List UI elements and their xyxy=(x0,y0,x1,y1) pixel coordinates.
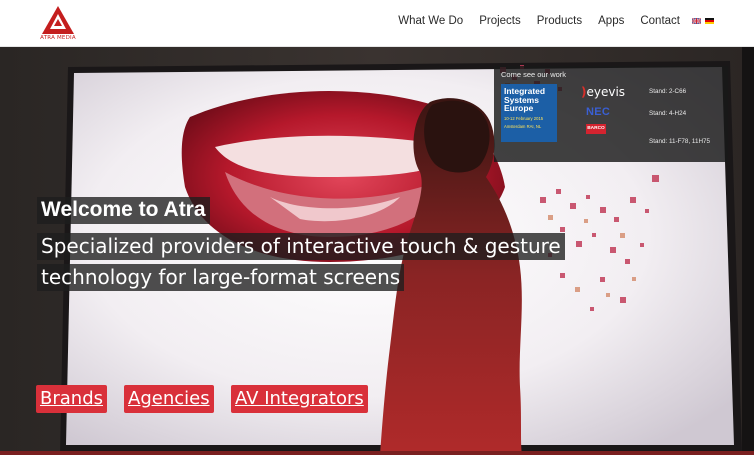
nav-contact[interactable]: Contact xyxy=(640,15,680,27)
atra-media-logo[interactable]: ATRA MEDIA xyxy=(40,5,76,43)
hero-tagline-line2: technology for large-format screens xyxy=(37,264,405,291)
stand-nec: Stand: 4-H24 xyxy=(649,110,687,117)
stand-box-title: Come see our work xyxy=(501,70,567,79)
logo-text: ATRA MEDIA xyxy=(40,35,76,41)
site-header: ATRA MEDIA What We Do Projects Products … xyxy=(0,0,754,47)
stand-barco: Stand: 11-F78, 11H75 xyxy=(649,138,711,145)
nav-what-we-do[interactable]: What We Do xyxy=(398,15,463,27)
ise-line3: Europe xyxy=(504,103,534,113)
ise-logo: Integrated Systems Europe 10-12 February… xyxy=(501,84,557,142)
hero-tagline-line1: Specialized providers of interactive tou… xyxy=(37,233,565,260)
uk-flag-icon[interactable] xyxy=(692,18,701,24)
nav-apps[interactable]: Apps xyxy=(598,15,624,27)
ise-dates: 10-12 February 2015 xyxy=(504,115,544,121)
language-switcher xyxy=(692,18,714,24)
hero-welcome-heading: Welcome to Atra xyxy=(37,197,210,224)
agencies-button[interactable]: Agencies xyxy=(124,385,214,413)
stand-eyevis: Stand: 2-C66 xyxy=(649,88,687,95)
trade-show-stand-box: Come see our work Integrated Systems Eur… xyxy=(494,66,728,162)
barco-logo: BARCO xyxy=(586,124,606,134)
german-flag-icon[interactable] xyxy=(705,18,714,24)
ise-place: Amsterdam RAI, NL xyxy=(504,123,542,129)
eyevis-logo: )eyevis xyxy=(581,85,626,99)
next-section-edge xyxy=(0,451,754,455)
av-integrators-button[interactable]: AV Integrators xyxy=(231,385,368,413)
nav-products[interactable]: Products xyxy=(537,15,582,27)
brands-button[interactable]: Brands xyxy=(36,385,107,413)
nav-projects[interactable]: Projects xyxy=(479,15,521,27)
main-nav: What We Do Projects Products Apps Contac… xyxy=(398,0,714,42)
nec-logo: NEC xyxy=(586,106,611,118)
eyevis-text: eyevis xyxy=(586,85,626,99)
triangle-logo-icon xyxy=(42,6,74,34)
